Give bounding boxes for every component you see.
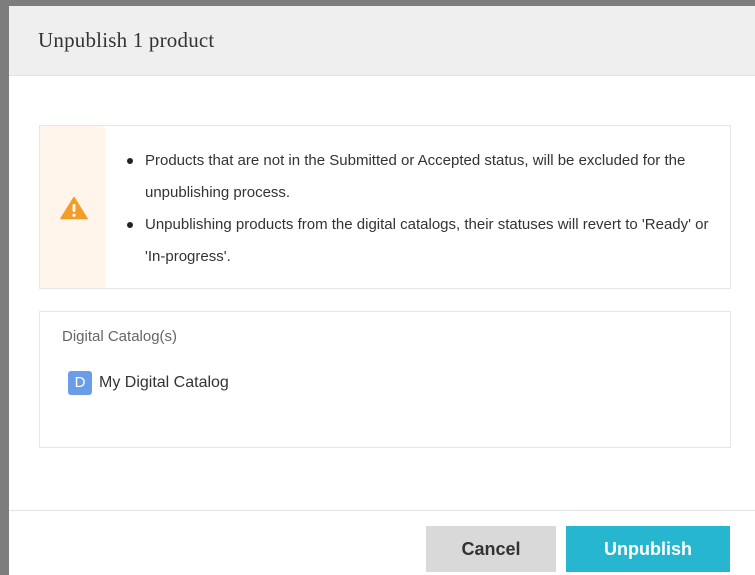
- catalog-panel: Digital Catalog(s) D My Digital Catalog: [39, 311, 731, 448]
- dialog-title: Unpublish 1 product: [38, 28, 215, 52]
- catalog-name: My Digital Catalog: [99, 374, 229, 391]
- warning-triangle-icon: [60, 196, 88, 220]
- warning-item: Products that are not in the Submitted o…: [125, 145, 715, 209]
- dialog-header: Unpublish 1 product: [9, 6, 755, 76]
- catalog-item: D My Digital Catalog: [68, 371, 229, 395]
- warning-item: Unpublishing products from the digital c…: [125, 209, 715, 273]
- warning-strip: [40, 126, 105, 288]
- dialog-footer: Cancel Unpublish: [9, 510, 755, 575]
- warning-panel: Products that are not in the Submitted o…: [39, 125, 731, 289]
- warning-list: Products that are not in the Submitted o…: [125, 145, 715, 273]
- catalog-section-label: Digital Catalog(s): [62, 328, 178, 345]
- unpublish-button[interactable]: Unpublish: [566, 526, 730, 572]
- cancel-button[interactable]: Cancel: [426, 526, 556, 572]
- unpublish-dialog: Unpublish 1 product Products that are no…: [0, 0, 755, 575]
- catalog-badge: D: [68, 371, 92, 395]
